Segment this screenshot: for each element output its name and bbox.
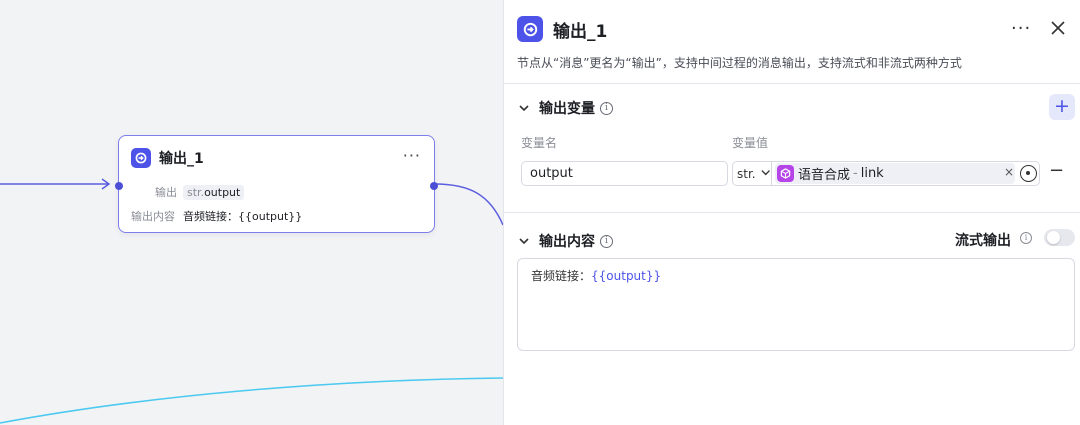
output-content-header[interactable]: 输出内容 i <box>517 231 613 251</box>
panel-title[interactable]: 输出_1 <box>553 17 607 42</box>
output-variables-title: 输出变量 <box>539 101 595 117</box>
info-icon[interactable]: i <box>600 234 613 248</box>
column-variable-name: 变量名 <box>521 136 558 150</box>
node-content-value: 音频链接：{{output}} <box>183 210 303 223</box>
reference-variable: link <box>860 166 884 181</box>
header-divider <box>504 83 1080 84</box>
clear-reference-icon[interactable]: × <box>1004 165 1014 179</box>
stream-output-label: 流式输出 <box>955 233 1011 249</box>
input-handle[interactable] <box>115 182 123 190</box>
panel-description: 节点从“消息”更名为“输出”，支持中间过程的消息输出，支持流式和非流式两种方式 <box>517 56 962 70</box>
node-content-row: 输出内容 音频链接：{{output}} <box>131 208 302 224</box>
reference-separator: - <box>853 166 858 181</box>
tts-node-icon <box>777 165 794 182</box>
output-handle[interactable] <box>430 182 438 190</box>
chevron-down-icon[interactable] <box>517 101 531 115</box>
node-header: 输出_1 <box>131 148 204 168</box>
stream-output-toggle[interactable] <box>1044 229 1075 246</box>
background-edge[interactable] <box>0 377 504 424</box>
column-variable-value: 变量值 <box>732 136 769 150</box>
output-content-title: 输出内容 <box>539 234 595 250</box>
panel-header: 输出_1 <box>517 16 607 42</box>
variable-type-value: str. <box>737 167 756 181</box>
content-variable: {{output}} <box>591 269 662 283</box>
target-icon[interactable] <box>1020 165 1037 182</box>
node-output-type: str. <box>187 185 205 199</box>
chevron-down-icon <box>761 170 770 176</box>
node-output-row: 输出 str.output <box>131 184 245 200</box>
reference-chip[interactable]: 语音合成 - link <box>775 163 1015 184</box>
panel-more-icon[interactable]: ··· <box>1011 18 1031 39</box>
node-config-panel: 输出_1 ··· 节点从“消息”更名为“输出”，支持中间过程的消息输出，支持流式… <box>503 0 1080 425</box>
output-content-editor[interactable]: 音频链接：{{output}} <box>517 258 1075 351</box>
node-output-label: 输出 <box>155 186 177 199</box>
chevron-down-icon[interactable] <box>517 234 531 248</box>
outgoing-edge[interactable] <box>434 183 504 226</box>
node-content-label: 输出内容 <box>131 210 175 223</box>
output-node[interactable]: 输出_1 ··· 输出 str.output 输出内容 音频链接：{{outpu… <box>115 135 438 233</box>
output-variables-header[interactable]: 输出变量 i <box>517 98 613 118</box>
output-node-icon <box>131 148 151 168</box>
node-output-var: output <box>204 185 241 199</box>
content-text: 音频链接： <box>531 269 592 283</box>
reference-node-name: 语音合成 <box>798 168 851 183</box>
section-divider <box>504 212 1080 213</box>
add-variable-button[interactable]: + <box>1049 94 1075 120</box>
output-node-icon <box>517 16 543 42</box>
node-output-tag: str.output <box>183 184 245 200</box>
variable-reference-field[interactable]: 语音合成 - link × <box>772 161 1040 186</box>
info-icon[interactable]: i <box>600 101 613 115</box>
node-more-icon[interactable]: ··· <box>403 146 421 165</box>
remove-variable-button[interactable]: − <box>1049 160 1071 181</box>
variable-name-input[interactable] <box>521 161 728 186</box>
variable-type-select[interactable]: str. <box>732 161 772 186</box>
info-icon[interactable]: i <box>1020 232 1032 244</box>
close-icon[interactable] <box>1049 19 1067 37</box>
node-title: 输出_1 <box>159 151 204 167</box>
